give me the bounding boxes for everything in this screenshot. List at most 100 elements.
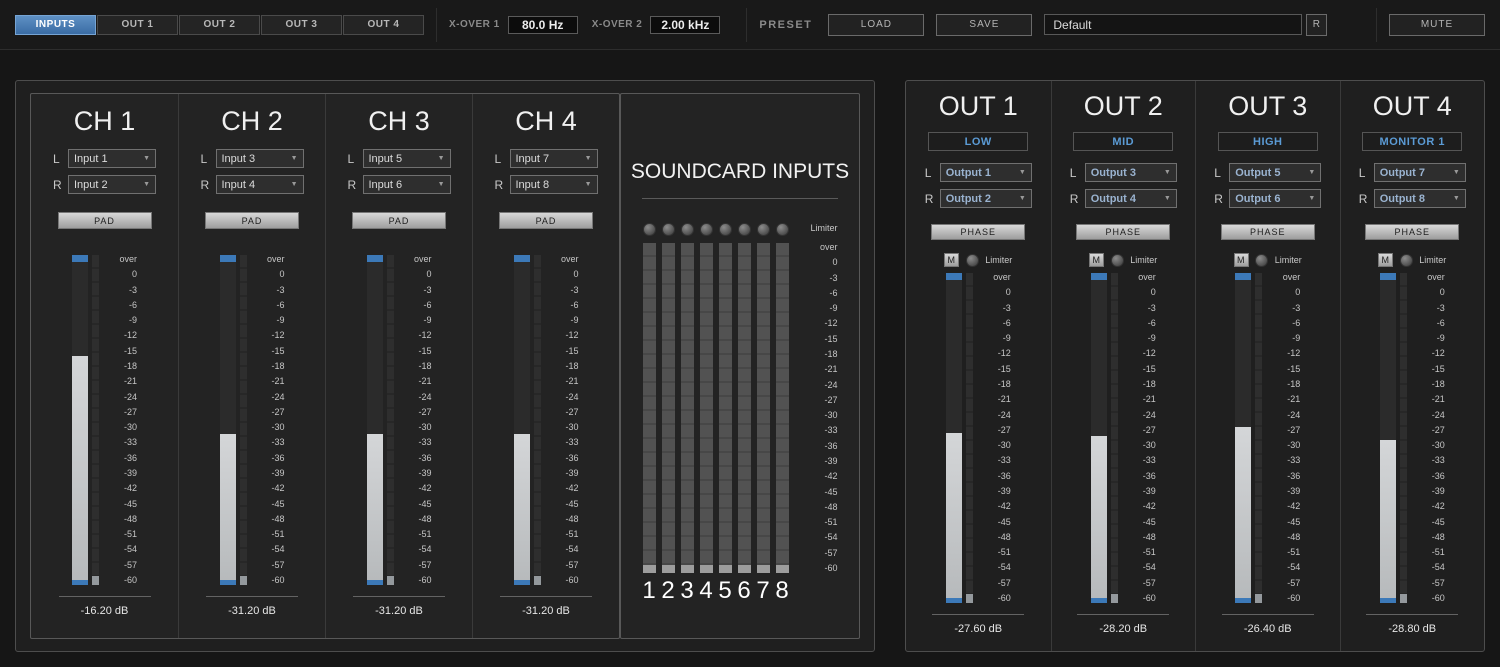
left-source-select[interactable]: Input 5 ▼: [363, 149, 451, 168]
scale-tick: -27: [824, 396, 837, 405]
limiter-led: [681, 223, 694, 236]
left-source-select[interactable]: Input 3 ▼: [216, 149, 304, 168]
meter-bar-secondary: [240, 255, 247, 585]
limiter-controls: M Limiter: [1378, 253, 1446, 267]
scale-tick: -51: [998, 548, 1011, 557]
scale-tick: -24: [124, 393, 137, 402]
scale-tick: -36: [1287, 472, 1300, 481]
tab-inputs[interactable]: INPUTS: [15, 15, 96, 35]
phase-button[interactable]: PHASE: [1365, 224, 1459, 240]
divider: [1222, 614, 1314, 615]
scale-tick: -30: [824, 411, 837, 420]
scale-tick: -24: [1287, 411, 1300, 420]
phase-button[interactable]: PHASE: [1221, 224, 1315, 240]
input-channel-strip: CH 4 L Input 7 ▼ R Input 8 ▼ PAD over0-3…: [472, 94, 619, 638]
scale-tick: -30: [124, 423, 137, 432]
selected-source: Input 8: [516, 179, 550, 191]
scale-tick: -6: [1292, 319, 1300, 328]
scale-tick: -48: [565, 515, 578, 524]
right-channel-label: R: [1070, 192, 1085, 206]
scale-tick: -6: [829, 289, 837, 298]
xover2-label: X-OVER 2: [592, 19, 643, 30]
save-button[interactable]: SAVE: [936, 14, 1032, 36]
right-output-select[interactable]: Output 2 ▼: [940, 189, 1032, 208]
right-source-select[interactable]: Input 4 ▼: [216, 175, 304, 194]
pad-button[interactable]: PAD: [499, 212, 593, 229]
right-channel-label: R: [201, 178, 216, 192]
soundcard-meter: [662, 243, 675, 573]
phase-button[interactable]: PHASE: [1076, 224, 1170, 240]
scale-tick: -42: [418, 484, 431, 493]
scale-tick: -39: [1287, 487, 1300, 496]
scale-tick: -54: [1143, 563, 1156, 572]
scale-tick: -42: [998, 502, 1011, 511]
scale-tick: -21: [124, 377, 137, 386]
scale-tick: -15: [124, 347, 137, 356]
scale-tick: -6: [1148, 319, 1156, 328]
separator: [1376, 8, 1377, 42]
right-output-select[interactable]: Output 8 ▼: [1374, 189, 1466, 208]
limiter-led: [776, 223, 789, 236]
scale-tick: -57: [824, 549, 837, 558]
mute-channel-button[interactable]: M: [1089, 253, 1104, 267]
scale-tick: -45: [824, 488, 837, 497]
pad-button[interactable]: PAD: [352, 212, 446, 229]
preset-recall-button[interactable]: R: [1306, 14, 1327, 36]
preset-name-input[interactable]: [1044, 14, 1302, 35]
meter-bar-secondary: [1111, 273, 1118, 603]
mute-button[interactable]: MUTE: [1389, 14, 1485, 36]
scale-tick: 0: [279, 270, 284, 279]
scale-tick: -39: [271, 469, 284, 478]
load-button[interactable]: LOAD: [828, 14, 924, 36]
scale-tick: -54: [418, 545, 431, 554]
meter-bar-secondary: [1400, 273, 1407, 603]
scale-tick: -36: [565, 454, 578, 463]
meter-scale: over0-3-6-9-12-15-18-21-24-27-30-33-36-3…: [255, 255, 285, 585]
tab-out-2[interactable]: OUT 2: [179, 15, 260, 35]
soundcard-meters: 12345678 Limiter over0-3-6-9-12-15-18-21…: [621, 223, 859, 605]
left-source-select[interactable]: Input 7 ▼: [510, 149, 598, 168]
left-channel-label: L: [1070, 166, 1085, 180]
pad-button[interactable]: PAD: [205, 212, 299, 229]
meter-bar-secondary: [387, 255, 394, 585]
selected-source: Input 6: [369, 179, 403, 191]
mute-channel-button[interactable]: M: [944, 253, 959, 267]
right-source-select[interactable]: Input 2 ▼: [68, 175, 156, 194]
selected-output: Output 3: [1091, 167, 1136, 179]
phase-button[interactable]: PHASE: [931, 224, 1025, 240]
mute-channel-button[interactable]: M: [1234, 253, 1249, 267]
mute-channel-button[interactable]: M: [1378, 253, 1393, 267]
xover2-frequency-value[interactable]: 2.00 kHz: [650, 16, 720, 34]
scale-tick: -21: [271, 377, 284, 386]
xover1-frequency-value[interactable]: 80.0 Hz: [508, 16, 578, 34]
left-output-select[interactable]: Output 1 ▼: [940, 163, 1032, 182]
scale-tick: -30: [271, 423, 284, 432]
right-output-select[interactable]: Output 6 ▼: [1229, 189, 1321, 208]
left-source-select[interactable]: Input 1 ▼: [68, 149, 156, 168]
scale-tick: -60: [565, 576, 578, 585]
pad-button[interactable]: PAD: [58, 212, 152, 229]
scale-tick: -33: [565, 438, 578, 447]
meter-bar-secondary: [1255, 273, 1262, 603]
scale-tick: -60: [271, 576, 284, 585]
tab-out-4[interactable]: OUT 4: [343, 15, 424, 35]
right-source-select[interactable]: Input 6 ▼: [363, 175, 451, 194]
soundcard-meter: [719, 243, 732, 573]
scale-tick: -30: [565, 423, 578, 432]
scale-tick: -18: [565, 362, 578, 371]
left-output-select[interactable]: Output 5 ▼: [1229, 163, 1321, 182]
left-channel-label: L: [53, 152, 68, 166]
right-source-select[interactable]: Input 8 ▼: [510, 175, 598, 194]
tab-out-3[interactable]: OUT 3: [261, 15, 342, 35]
scale-tick: over: [1138, 273, 1156, 282]
right-output-select[interactable]: Output 4 ▼: [1085, 189, 1177, 208]
tab-out-1[interactable]: OUT 1: [97, 15, 178, 35]
level-readout: -31.20 dB: [228, 605, 276, 617]
scale-tick: -3: [1148, 304, 1156, 313]
scale-tick: -12: [1143, 349, 1156, 358]
meter-fill: [1380, 440, 1396, 603]
left-output-select[interactable]: Output 7 ▼: [1374, 163, 1466, 182]
left-output-select[interactable]: Output 3 ▼: [1085, 163, 1177, 182]
scale-tick: -36: [998, 472, 1011, 481]
selected-source: Input 1: [74, 153, 108, 165]
